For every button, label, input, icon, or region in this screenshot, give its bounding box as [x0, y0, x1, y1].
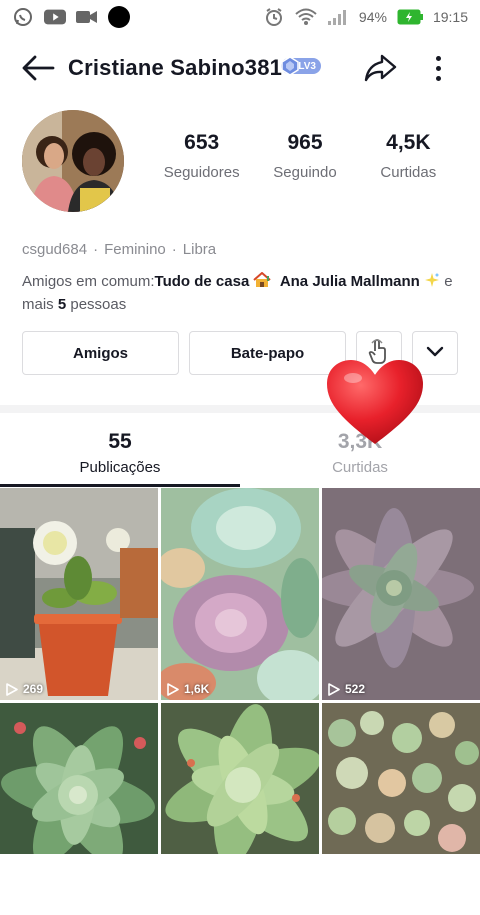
video-camera-icon: [76, 6, 98, 28]
more-vertical-icon[interactable]: [422, 50, 454, 86]
status-right: 94% 19:15: [263, 6, 468, 28]
username: csgud684: [22, 241, 88, 258]
friends-button[interactable]: Amigos: [22, 331, 179, 375]
recording-dot-icon: [108, 6, 130, 28]
gender: Feminino: [104, 241, 166, 258]
mutual-suffix: pessoas: [66, 296, 127, 313]
liked-label: Curtidas: [332, 459, 388, 476]
profile-meta: csgud684 · Feminino · Libra: [22, 241, 217, 258]
play-icon: [167, 682, 179, 696]
view-count-text: 269: [23, 682, 44, 696]
status-bar: 94% 19:15: [0, 0, 480, 34]
avatar[interactable]: [22, 110, 124, 212]
level-badge: LV3: [281, 56, 321, 76]
profile-header: Cristiane Sabino381 LV3: [0, 40, 480, 94]
mutual-friends[interactable]: Amigos em comum:Tudo de casa Ana Julia M…: [22, 270, 462, 316]
share-icon[interactable]: [360, 48, 400, 88]
profile-name: Cristiane Sabino381: [68, 55, 283, 80]
view-count-text: 522: [345, 682, 366, 696]
post-thumbnail[interactable]: [0, 703, 158, 915]
signal-icon: [327, 6, 349, 28]
alarm-icon: [263, 6, 285, 28]
play-icon: [6, 682, 18, 696]
level-text: LV3: [298, 60, 316, 72]
diamond-icon: [281, 56, 299, 76]
following-label: Seguindo: [273, 164, 337, 181]
whatsapp-icon: [12, 6, 34, 28]
battery-percent: 94%: [358, 9, 387, 25]
mutual-count: 5: [57, 296, 67, 313]
wifi-icon: [295, 6, 317, 28]
stat-likes[interactable]: 4,5K Curtidas: [357, 131, 460, 181]
posts-count: 55: [108, 430, 132, 453]
posts-grid: 269 1,6K 522: [0, 488, 480, 866]
view-count-text: 1,6K: [184, 682, 210, 696]
stat-followers[interactable]: 653 Seguidores: [150, 131, 253, 181]
post-thumbnail[interactable]: [161, 703, 319, 915]
status-left: [12, 6, 130, 28]
mutual-friend-1[interactable]: Tudo de casa: [155, 273, 250, 290]
post-thumbnail[interactable]: [322, 703, 480, 915]
following-count: 965: [287, 131, 323, 154]
view-count: 1,6K: [167, 682, 209, 696]
battery-icon: [397, 9, 423, 25]
view-count: 269: [6, 682, 43, 696]
heart-icon: [325, 358, 425, 448]
post-thumbnail[interactable]: 1,6K: [161, 488, 319, 700]
view-count: 522: [328, 682, 365, 696]
mutual-prefix: Amigos em comum:: [22, 273, 155, 290]
tab-posts[interactable]: 55 Publicações: [0, 413, 240, 487]
likes-count: 4,5K: [386, 131, 431, 154]
followers-count: 653: [184, 131, 220, 154]
house-icon: [253, 271, 272, 290]
chevron-down-icon: [426, 345, 444, 362]
chat-button[interactable]: Bate-papo: [189, 331, 346, 375]
arrow-left-icon[interactable]: [20, 50, 56, 86]
posts-label: Publicações: [79, 459, 161, 476]
likes-label: Curtidas: [380, 164, 437, 181]
profile-stats: 653 Seguidores 965 Seguindo 4,5K Curtida…: [150, 131, 460, 181]
clock-time: 19:15: [432, 9, 468, 25]
followers-label: Seguidores: [163, 164, 240, 181]
zodiac-sign: Libra: [182, 241, 217, 258]
youtube-icon: [44, 6, 66, 28]
play-icon: [328, 682, 340, 696]
sparkles-icon: [424, 273, 440, 290]
active-tab-indicator: [0, 484, 240, 487]
mutual-friend-2[interactable]: Ana Julia Mallmann: [280, 273, 420, 290]
post-thumbnail[interactable]: 269: [0, 488, 158, 700]
post-thumbnail[interactable]: 522: [322, 488, 480, 700]
stat-following[interactable]: 965 Seguindo: [253, 131, 356, 181]
